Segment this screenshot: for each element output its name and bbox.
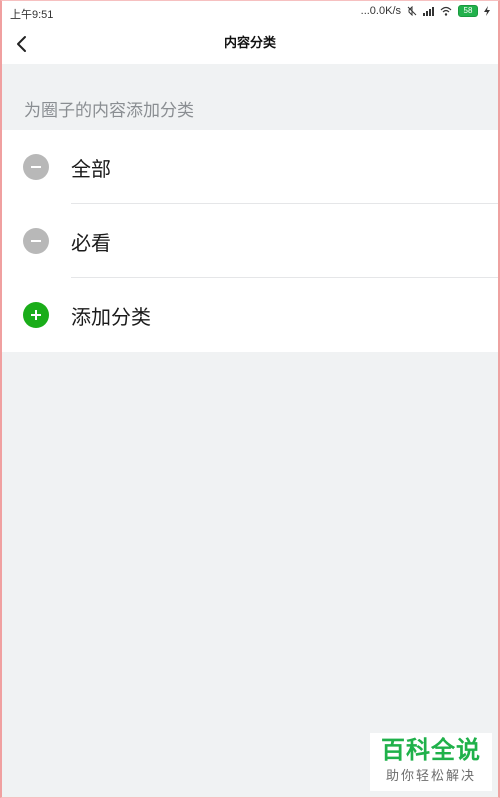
status-bar: 上午9:51 ...0.0K/s 58	[0, 0, 500, 24]
remove-button[interactable]	[23, 154, 49, 180]
category-list: 全部 必看 添加分类	[0, 130, 500, 352]
watermark-logo: 百科全说 助你轻松解决	[370, 733, 492, 791]
minus-circle-icon	[31, 166, 41, 168]
network-speed: ...0.0K/s	[360, 5, 401, 17]
navigation-bar: 内容分类	[0, 24, 500, 64]
section-title: 为圈子的内容添加分类	[24, 101, 194, 121]
add-button[interactable]	[23, 302, 49, 328]
status-icons: ...0.0K/s 58	[361, 5, 490, 17]
add-category-label: 添加分类	[71, 304, 151, 329]
add-category-item[interactable]: 添加分类	[0, 278, 500, 352]
category-item-all[interactable]: 全部	[0, 130, 500, 204]
signal-icon	[423, 6, 434, 16]
watermark-subtitle: 助你轻松解决	[385, 769, 476, 784]
minus-circle-icon	[31, 240, 41, 242]
chevron-left-icon	[17, 36, 26, 52]
mute-icon	[407, 6, 417, 16]
remove-button[interactable]	[23, 228, 49, 254]
charging-icon	[484, 6, 490, 16]
battery-icon: 58	[458, 5, 478, 17]
wifi-icon	[440, 6, 452, 16]
back-button[interactable]	[6, 28, 38, 60]
watermark-title: 百科全说	[381, 736, 481, 764]
category-label: 全部	[71, 156, 111, 181]
page-title: 内容分类	[223, 36, 276, 51]
plus-circle-icon	[31, 310, 41, 320]
category-label: 必看	[71, 230, 111, 255]
category-item-must-see[interactable]: 必看	[0, 204, 500, 278]
status-time: 上午9:51	[10, 9, 54, 21]
